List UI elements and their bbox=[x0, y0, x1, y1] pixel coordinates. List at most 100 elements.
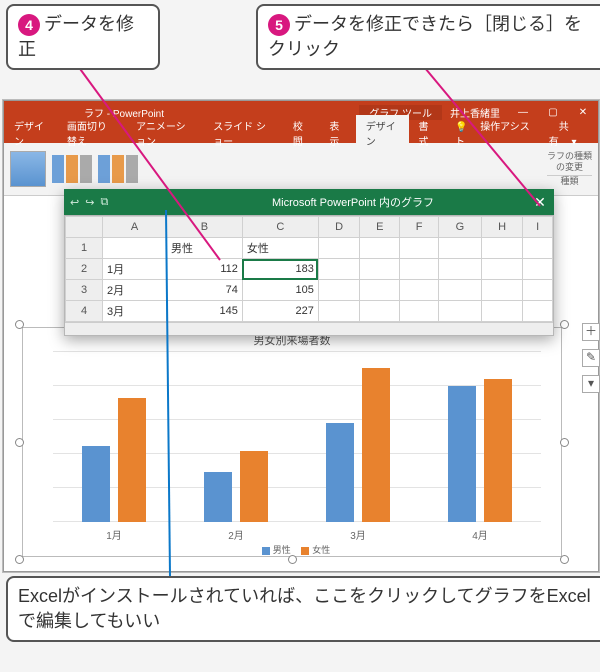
cell[interactable] bbox=[481, 238, 523, 259]
cell[interactable] bbox=[318, 280, 360, 301]
cell-C2-selected[interactable]: 183 bbox=[242, 259, 318, 280]
col-C[interactable]: C bbox=[242, 217, 318, 238]
cell[interactable] bbox=[438, 238, 481, 259]
datasheet-close-button[interactable]: ✕ bbox=[526, 194, 554, 211]
tell-me-assist[interactable]: 💡 操作アシスト bbox=[445, 115, 539, 151]
cell[interactable] bbox=[481, 301, 523, 322]
cell-B3[interactable]: 74 bbox=[167, 280, 243, 301]
cell[interactable] bbox=[400, 280, 439, 301]
bar-group bbox=[53, 352, 175, 522]
corner-cell[interactable] bbox=[66, 217, 103, 238]
cell[interactable] bbox=[438, 259, 481, 280]
col-D[interactable]: D bbox=[318, 217, 360, 238]
table-row[interactable]: 3 2月 74 105 bbox=[66, 280, 553, 301]
cell[interactable] bbox=[400, 238, 439, 259]
bar-女性[interactable] bbox=[362, 368, 390, 522]
tab-slideshow[interactable]: スライド ショー bbox=[203, 115, 283, 151]
tab-format[interactable]: 書式 bbox=[409, 115, 445, 151]
cell[interactable] bbox=[481, 259, 523, 280]
table-row[interactable]: 2 1月 112 183 bbox=[66, 259, 553, 280]
resize-handle[interactable] bbox=[15, 438, 24, 447]
tab-chart-design[interactable]: デザイン bbox=[356, 115, 409, 151]
cell[interactable] bbox=[438, 280, 481, 301]
cell[interactable] bbox=[360, 280, 400, 301]
bar-女性[interactable] bbox=[484, 379, 512, 522]
chart-legend[interactable]: 男性 女性 bbox=[23, 543, 561, 556]
tab-transition[interactable]: 画面切り替え bbox=[57, 115, 126, 151]
change-chart-type-group[interactable]: ラフの種類 の変更 種類 bbox=[547, 151, 592, 186]
cell-B2[interactable]: 112 bbox=[167, 259, 243, 280]
row-4-header[interactable]: 4 bbox=[66, 301, 103, 322]
col-I[interactable]: I bbox=[523, 217, 553, 238]
cell[interactable] bbox=[318, 238, 360, 259]
col-G[interactable]: G bbox=[438, 217, 481, 238]
bar-女性[interactable] bbox=[118, 398, 146, 522]
row-3-header[interactable]: 3 bbox=[66, 280, 103, 301]
col-B[interactable]: B bbox=[167, 217, 243, 238]
cell-B1[interactable]: 男性 bbox=[167, 238, 243, 259]
tab-view[interactable]: 表示 bbox=[319, 115, 355, 151]
col-F[interactable]: F bbox=[400, 217, 439, 238]
callout-bottom-text: Excelがインストールされていれば、ここをクリックしてグラフをExcelで編集… bbox=[18, 586, 591, 631]
bar-男性[interactable] bbox=[448, 386, 476, 522]
datasheet-grid[interactable]: A B C D E F G H I 1 男性 女性 bbox=[64, 215, 554, 336]
col-A[interactable]: A bbox=[103, 217, 167, 238]
tab-animation[interactable]: アニメーション bbox=[126, 115, 203, 151]
bar-男性[interactable] bbox=[326, 423, 354, 522]
edit-in-excel-button[interactable]: ⧉ bbox=[100, 196, 108, 209]
chart-styles-button[interactable]: ✎ bbox=[582, 349, 600, 367]
resize-handle[interactable] bbox=[288, 555, 297, 564]
cell[interactable] bbox=[523, 259, 553, 280]
resize-handle[interactable] bbox=[560, 555, 569, 564]
cell[interactable] bbox=[400, 301, 439, 322]
cell-A4[interactable]: 3月 bbox=[103, 301, 167, 322]
table-row[interactable]: 1 男性 女性 bbox=[66, 238, 553, 259]
resize-handle[interactable] bbox=[15, 555, 24, 564]
table-row[interactable]: 4 3月 145 227 bbox=[66, 301, 553, 322]
datasheet-table[interactable]: A B C D E F G H I 1 男性 女性 bbox=[65, 216, 553, 322]
cell[interactable] bbox=[438, 301, 481, 322]
cell[interactable] bbox=[360, 238, 400, 259]
chart-style-gallery[interactable] bbox=[52, 155, 92, 183]
resize-handle[interactable] bbox=[560, 320, 569, 329]
cell[interactable] bbox=[318, 259, 360, 280]
bar-女性[interactable] bbox=[240, 451, 268, 522]
cell-C3[interactable]: 105 bbox=[242, 280, 318, 301]
redo-icon[interactable]: ↪ bbox=[85, 196, 94, 209]
ribbon-tabs: デザイン 画面切り替え アニメーション スライド ショー 校閲 表示 デザイン … bbox=[4, 123, 598, 143]
cell[interactable] bbox=[523, 238, 553, 259]
legend-label-female: 女性 bbox=[312, 545, 330, 555]
cell-A1[interactable] bbox=[103, 238, 167, 259]
tab-design[interactable]: デザイン bbox=[4, 115, 57, 151]
chart-datasheet-window: ↩ ↪ ⧉ Microsoft PowerPoint 内のグラフ ✕ A B C… bbox=[64, 189, 554, 336]
cell-C1[interactable]: 女性 bbox=[242, 238, 318, 259]
tab-review[interactable]: 校閲 bbox=[283, 115, 319, 151]
cell[interactable] bbox=[360, 259, 400, 280]
cell-C4[interactable]: 227 bbox=[242, 301, 318, 322]
cell-A2[interactable]: 1月 bbox=[103, 259, 167, 280]
chart-style-item[interactable] bbox=[98, 155, 138, 183]
chart-plot-area[interactable] bbox=[53, 352, 541, 522]
col-H[interactable]: H bbox=[481, 217, 523, 238]
share-button[interactable]: 共有 ▾ bbox=[539, 115, 598, 151]
cell[interactable] bbox=[400, 259, 439, 280]
undo-icon[interactable]: ↩ bbox=[70, 196, 79, 209]
chart-filters-button[interactable]: ▾ bbox=[582, 375, 600, 393]
chart-object[interactable]: 男女別来場者数 1月2月3月4月 男性 女性 bbox=[22, 327, 562, 557]
cell[interactable] bbox=[523, 280, 553, 301]
chart-elements-button[interactable]: ＋ bbox=[582, 323, 600, 341]
bar-男性[interactable] bbox=[204, 472, 232, 522]
cell[interactable] bbox=[481, 280, 523, 301]
cell-B4[interactable]: 145 bbox=[167, 301, 243, 322]
bar-男性[interactable] bbox=[82, 446, 110, 522]
datasheet-scrollbar[interactable] bbox=[65, 322, 553, 335]
row-2-header[interactable]: 2 bbox=[66, 259, 103, 280]
row-1-header[interactable]: 1 bbox=[66, 238, 103, 259]
cell[interactable] bbox=[523, 301, 553, 322]
cell[interactable] bbox=[360, 301, 400, 322]
resize-handle[interactable] bbox=[560, 438, 569, 447]
add-chart-element-button[interactable] bbox=[10, 151, 46, 187]
col-E[interactable]: E bbox=[360, 217, 400, 238]
cell-A3[interactable]: 2月 bbox=[103, 280, 167, 301]
cell[interactable] bbox=[318, 301, 360, 322]
